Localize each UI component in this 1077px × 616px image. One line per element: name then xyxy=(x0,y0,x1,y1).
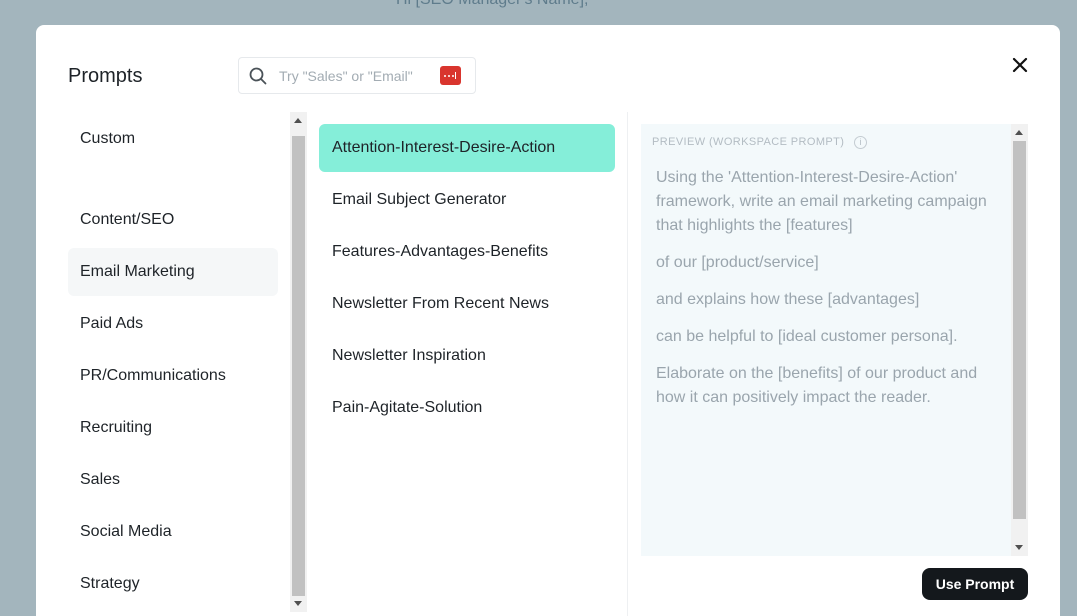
column-divider xyxy=(627,112,628,616)
prompt-item-pain-agitate-solution[interactable]: Pain-Agitate-Solution xyxy=(319,384,615,432)
prompt-preview: PREVIEW (WORKSPACE PROMPT) i Using the '… xyxy=(641,124,1028,556)
preview-paragraph: and explains how these [advantages] xyxy=(656,291,920,308)
category-scrollbar[interactable] xyxy=(290,112,307,612)
category-item-pr-communications[interactable]: PR/Communications xyxy=(68,352,278,400)
category-item-email-marketing[interactable]: Email Marketing xyxy=(68,248,278,296)
scrollbar-thumb[interactable] xyxy=(1013,141,1026,519)
scroll-up-arrow-icon[interactable] xyxy=(1015,130,1023,135)
scroll-down-arrow-icon[interactable] xyxy=(294,601,302,606)
modal-title: Prompts xyxy=(68,65,143,87)
prompt-item-email-subject-generator[interactable]: Email Subject Generator xyxy=(319,176,615,224)
scroll-up-arrow-icon[interactable] xyxy=(294,118,302,123)
category-item-social-media[interactable]: Social Media xyxy=(68,508,278,556)
search-input[interactable] xyxy=(279,58,429,93)
background-greeting: Hi [SEO Manager's Name], xyxy=(396,0,588,9)
scrollbar-thumb[interactable] xyxy=(292,136,305,596)
info-icon[interactable]: i xyxy=(854,136,867,149)
search-box[interactable] xyxy=(238,57,476,94)
prompt-item-aida[interactable]: Attention-Interest-Desire-Action xyxy=(319,124,615,172)
preview-paragraph: Using the 'Attention-Interest-Desire-Act… xyxy=(656,169,987,234)
password-manager-icon[interactable] xyxy=(440,66,461,85)
prompt-item-features-advantages-benefits[interactable]: Features-Advantages-Benefits xyxy=(319,228,615,276)
category-item-custom[interactable]: Custom xyxy=(68,115,278,163)
search-icon xyxy=(249,67,267,85)
scroll-down-arrow-icon[interactable] xyxy=(1015,545,1023,550)
category-item-sales[interactable]: Sales xyxy=(68,456,278,504)
category-item-paid-ads[interactable]: Paid Ads xyxy=(68,300,278,348)
preview-paragraph: of our [product/service] xyxy=(656,254,819,271)
preview-label: PREVIEW (WORKSPACE PROMPT) xyxy=(652,136,845,148)
preview-paragraph: Elaborate on the [benefits] of our produ… xyxy=(656,365,978,406)
preview-paragraph: can be helpful to [ideal customer person… xyxy=(656,328,958,345)
category-item-recruiting[interactable]: Recruiting xyxy=(68,404,278,452)
category-item-strategy[interactable]: Strategy xyxy=(68,560,278,608)
prompt-item-newsletter-from-recent-news[interactable]: Newsletter From Recent News xyxy=(319,280,615,328)
use-prompt-button[interactable]: Use Prompt xyxy=(922,568,1028,600)
category-item-content-seo[interactable]: Content/SEO xyxy=(68,196,278,244)
prompt-item-newsletter-inspiration[interactable]: Newsletter Inspiration xyxy=(319,332,615,380)
prompts-modal: Prompts Custom Content/SEO Email Marketi… xyxy=(36,25,1060,616)
close-icon[interactable] xyxy=(1010,55,1030,75)
preview-scrollbar[interactable] xyxy=(1011,124,1028,556)
